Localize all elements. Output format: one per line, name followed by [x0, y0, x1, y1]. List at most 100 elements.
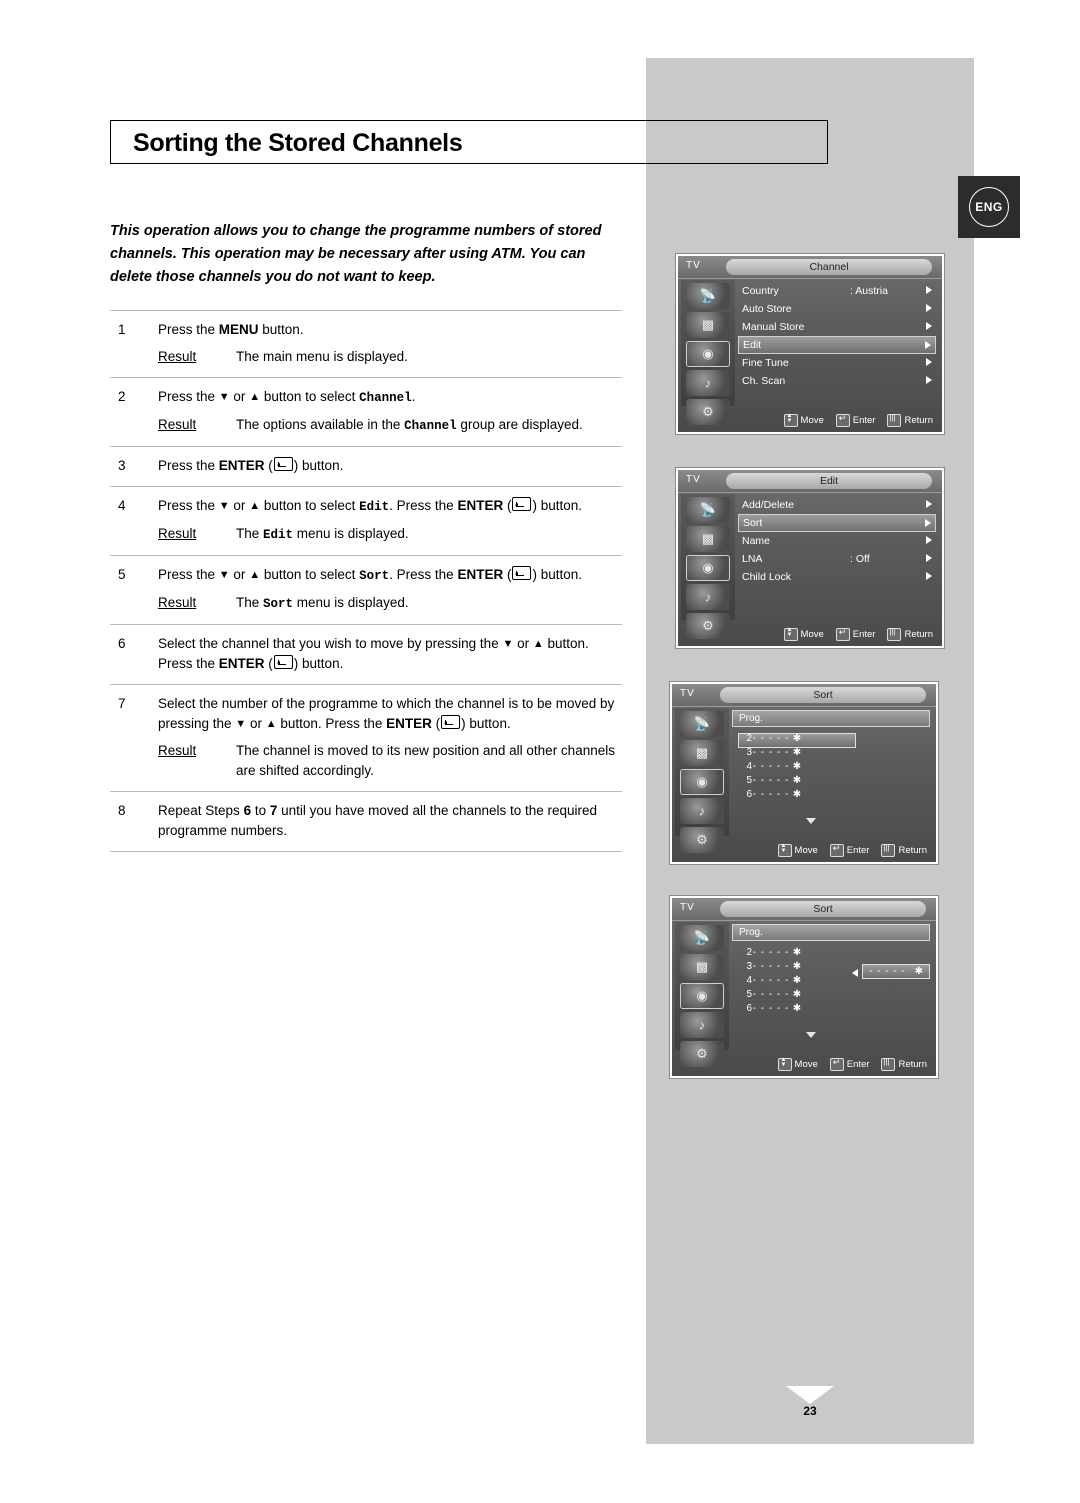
- osd-icon-column: 📡 ▩ ◉ ♪ ⚙: [681, 280, 735, 425]
- step-text: (: [431, 716, 441, 731]
- step-text: Press the: [158, 322, 219, 337]
- sort-row[interactable]: 3- - - - - ✱: [738, 960, 804, 974]
- enter-icon: [829, 1057, 844, 1071]
- move-icon: [783, 413, 798, 427]
- osd-row-fine-tune[interactable]: Fine Tune: [738, 354, 936, 372]
- sort-row[interactable]: 6- - - - - ✱: [738, 788, 804, 802]
- channel-icon[interactable]: ◉: [680, 769, 724, 795]
- sort-row[interactable]: 5- - - - - ✱: [738, 774, 804, 788]
- page-number: 23: [803, 1404, 817, 1418]
- sort-row[interactable]: 2- - - - - ✱: [738, 946, 804, 960]
- osd-row-add-delete[interactable]: Add/Delete: [738, 496, 936, 514]
- osd-header: TV Edit: [678, 470, 942, 493]
- osd-row-ch-scan[interactable]: Ch. Scan: [738, 372, 936, 390]
- down-arrow-icon: ▼: [235, 718, 247, 730]
- row-value: : Off: [850, 553, 870, 565]
- step-text: Press the: [158, 389, 219, 404]
- sort-row[interactable]: 5- - - - - ✱: [738, 988, 804, 1002]
- osd-row-lna[interactable]: LNA : Off: [738, 550, 936, 568]
- footer-move-label: Move: [794, 844, 818, 856]
- result-label: Result: [158, 595, 197, 610]
- move-icon: [783, 627, 798, 641]
- osd-title: Sort: [813, 689, 833, 701]
- antenna-icon[interactable]: 📡: [686, 497, 730, 523]
- antenna-icon[interactable]: 📡: [686, 283, 730, 309]
- result-text-a: The options available in the: [236, 417, 405, 432]
- prog-name: - - - - -: [752, 747, 790, 758]
- prog-star-icon: ✱: [792, 947, 802, 958]
- osd-footer: Move Enter Return: [681, 624, 939, 644]
- step-text: or: [229, 567, 250, 582]
- step-2: 2 Press the ▼ or ▲ button to select Chan…: [110, 378, 622, 446]
- footer-return-label: Return: [898, 1058, 927, 1070]
- osd-row-child-lock[interactable]: Child Lock: [738, 568, 936, 586]
- right-arrow-icon: [926, 500, 932, 508]
- osd-row-manual-store[interactable]: Manual Store: [738, 318, 936, 336]
- osd-title-bar: Sort: [720, 901, 926, 917]
- channel-icon[interactable]: ◉: [686, 555, 730, 581]
- step-number: 3: [118, 458, 126, 473]
- right-arrow-icon: [926, 554, 932, 562]
- sort-row[interactable]: 4- - - - - ✱: [738, 974, 804, 988]
- sound-icon[interactable]: ♪: [680, 798, 724, 824]
- sound-icon[interactable]: ♪: [686, 584, 730, 610]
- sort-row-list: 2- - - - - ✱ 3- - - - - ✱ 4- - - - - ✱ 5- -…: [738, 732, 804, 802]
- right-arrow-icon: [926, 322, 932, 330]
- picture-icon[interactable]: ▩: [680, 740, 724, 766]
- channel-icon[interactable]: ◉: [686, 341, 730, 367]
- moved-prog-star-icon: ✱: [914, 966, 923, 977]
- prog-star-icon: ✱: [792, 961, 802, 972]
- antenna-icon[interactable]: 📡: [680, 925, 724, 951]
- prog-star-icon: ✱: [792, 989, 802, 1000]
- step-result: Result The options available in the Chan…: [158, 415, 622, 436]
- row-label: Child Lock: [742, 571, 792, 583]
- step-text-tail: button.: [258, 322, 304, 337]
- enter-button-label: ENTER: [218, 458, 265, 473]
- return-icon: [881, 1057, 896, 1071]
- osd-row-auto-store[interactable]: Auto Store: [738, 300, 936, 318]
- enter-icon: [835, 413, 850, 427]
- sound-icon[interactable]: ♪: [686, 370, 730, 396]
- step-text: to: [251, 803, 270, 818]
- picture-icon[interactable]: ▩: [680, 954, 724, 980]
- step-instruction: Select the number of the programme to wh…: [158, 694, 622, 734]
- footer-enter: Enter: [829, 843, 869, 857]
- sort-row[interactable]: 4- - - - - ✱: [738, 760, 804, 774]
- scroll-down-icon[interactable]: [806, 818, 816, 824]
- picture-icon[interactable]: ▩: [686, 312, 730, 338]
- right-arrow-icon: [926, 376, 932, 384]
- osd-row-sort[interactable]: Sort: [738, 514, 936, 532]
- enter-button-label: ENTER: [386, 716, 432, 731]
- step-text: button to select: [260, 389, 360, 404]
- picture-icon[interactable]: ▩: [686, 526, 730, 552]
- sort-row[interactable]: 3- - - - - ✱: [738, 746, 804, 760]
- step-body: Press the ▼ or ▲ button to select Sort. …: [158, 565, 622, 614]
- osd-row-name[interactable]: Name: [738, 532, 936, 550]
- osd-header: TV Sort: [672, 684, 936, 707]
- row-label: Add/Delete: [742, 499, 794, 511]
- sort-row[interactable]: 2- - - - - ✱: [738, 732, 804, 746]
- osd-icon-column: 📡 ▩ ◉ ♪ ⚙: [675, 922, 729, 1067]
- step-text: button. Press the: [276, 716, 387, 731]
- right-arrow-icon: [926, 536, 932, 544]
- sound-icon[interactable]: ♪: [680, 1012, 724, 1038]
- osd-row-country[interactable]: Country : Austria: [738, 282, 936, 300]
- up-arrow-icon: ▲: [249, 500, 261, 512]
- step-1: 1 Press the MENU button. Result The main…: [110, 311, 622, 377]
- return-icon: [887, 413, 902, 427]
- antenna-icon[interactable]: 📡: [680, 711, 724, 737]
- step-text: (: [264, 458, 273, 473]
- step-text: (: [503, 498, 512, 513]
- channel-icon[interactable]: ◉: [680, 983, 724, 1009]
- move-icon: [777, 1057, 792, 1071]
- result-label: Result: [158, 526, 197, 541]
- step-text: ) button.: [461, 716, 511, 731]
- scroll-down-icon[interactable]: [806, 1032, 816, 1038]
- osd-row-edit[interactable]: Edit: [738, 336, 936, 354]
- prog-name: - - - - -: [752, 789, 790, 800]
- step-body: Select the number of the programme to wh…: [158, 694, 622, 781]
- sort-row[interactable]: 6- - - - - ✱: [738, 1002, 804, 1016]
- result-label: Result: [158, 349, 197, 364]
- right-arrow-icon: [926, 304, 932, 312]
- menu-name: Sort: [359, 569, 390, 583]
